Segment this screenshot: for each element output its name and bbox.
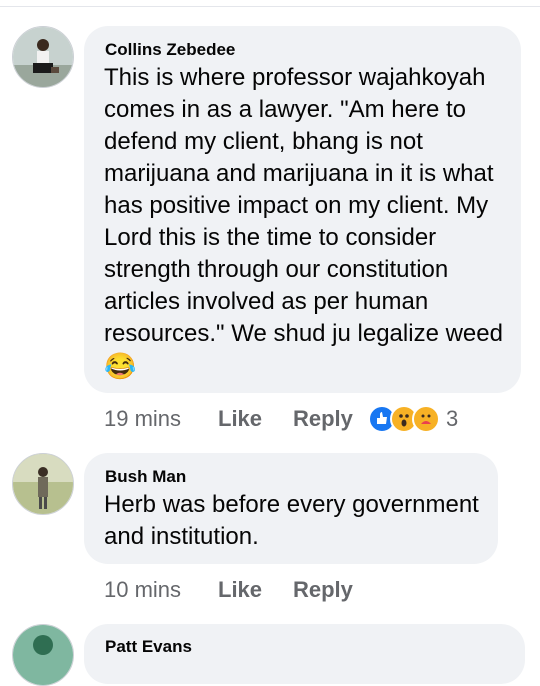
comment-author[interactable]: Patt Evans [105, 637, 192, 657]
laughing-emoji: 😂 [104, 351, 137, 381]
avatar[interactable] [12, 624, 74, 686]
comment-timestamp[interactable]: 19 mins [104, 406, 181, 432]
like-button[interactable]: Like [218, 406, 262, 432]
comment-author[interactable]: Bush Man [105, 467, 186, 487]
reply-button[interactable]: Reply [293, 577, 353, 603]
avatar-photo [13, 454, 73, 514]
reactions-summary[interactable]: 3 [368, 405, 458, 433]
avatar-photo [13, 625, 73, 685]
like-button[interactable]: Like [218, 577, 262, 603]
reply-button[interactable]: Reply [293, 406, 353, 432]
care-reaction-icon [412, 405, 440, 433]
avatar[interactable] [12, 26, 74, 88]
top-divider [0, 0, 540, 7]
reaction-count: 3 [446, 406, 459, 431]
avatar-photo [13, 27, 73, 87]
avatar[interactable] [12, 453, 74, 515]
comment-text: This is where professor wajahkoyah comes… [104, 64, 503, 347]
comment-timestamp[interactable]: 10 mins [104, 577, 181, 603]
comment-text: Herb was before every government and ins… [104, 491, 479, 550]
comment-author[interactable]: Collins Zebedee [105, 40, 235, 60]
